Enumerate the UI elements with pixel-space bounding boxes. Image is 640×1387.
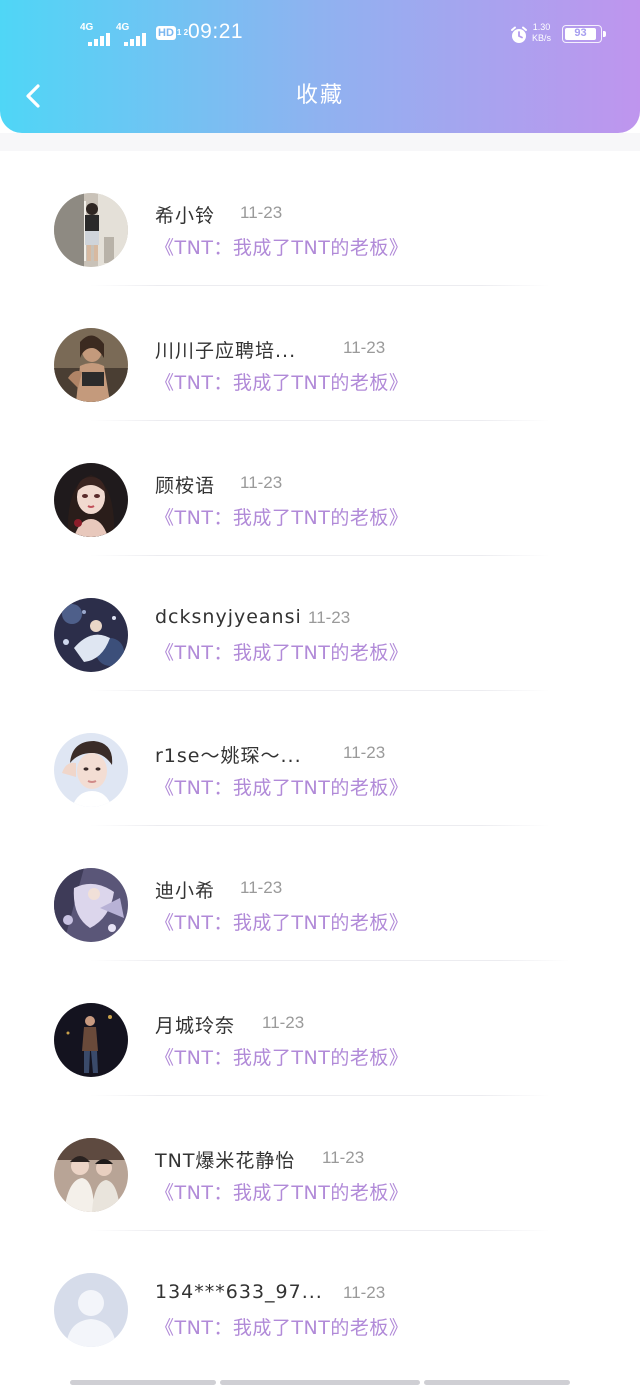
hd-label: HD (156, 26, 176, 40)
header-bar: 4G 4G HD 1 2 09:21 1.30 KB/s 93 收藏 (0, 0, 640, 133)
user-avatar[interactable] (54, 598, 128, 672)
list-item[interactable]: 顾桉语 11-23 《TNT：我成了TNT的老板》 (0, 421, 640, 556)
signal-icon: 4G (80, 22, 116, 46)
list-item[interactable]: dcksnyjyeansi 11-23 《TNT：我成了TNT的老板》 (0, 556, 640, 691)
favorite-date: 11-23 (308, 608, 351, 627)
book-title-link[interactable]: 《TNT：我成了TNT的老板》 (155, 503, 408, 530)
speed-unit: KB/s (532, 33, 552, 43)
book-title-link[interactable]: 《TNT：我成了TNT的老板》 (155, 908, 408, 935)
user-name: 迪小希 (155, 880, 216, 902)
status-bar: 4G 4G HD 1 2 09:21 1.30 KB/s 93 (0, 18, 640, 50)
user-name: 川川子应聘培... (155, 340, 297, 362)
favorite-date: 11-23 (240, 878, 283, 897)
favorite-date: 11-23 (343, 1283, 386, 1302)
page-title: 收藏 (295, 83, 344, 108)
user-avatar[interactable] (54, 193, 128, 267)
bottom-indicator (424, 1380, 570, 1385)
default-avatar-icon[interactable] (54, 1273, 128, 1347)
favorite-date: 11-23 (322, 1148, 365, 1167)
list-item[interactable]: 月城玲奈 11-23 《TNT：我成了TNT的老板》 (0, 961, 640, 1096)
list-item[interactable]: 134***633_97... 11-23 《TNT：我成了TNT的老板》 (0, 1231, 640, 1366)
favorite-date: 11-23 (343, 743, 386, 762)
clock: 09:21 (188, 20, 244, 43)
list-item[interactable]: r1se～姚琛～... 11-23 《TNT：我成了TNT的老板》 (0, 691, 640, 826)
book-title-link[interactable]: 《TNT：我成了TNT的老板》 (155, 1178, 408, 1205)
list-item[interactable]: 希小铃 11-23 《TNT：我成了TNT的老板》 (0, 151, 640, 286)
user-avatar[interactable] (54, 733, 128, 807)
favorite-date: 11-23 (262, 1013, 305, 1032)
user-name: 希小铃 (155, 205, 216, 227)
favorite-date: 11-23 (240, 473, 283, 492)
header-spacer (0, 133, 640, 151)
signal-icon: 4G (116, 22, 152, 46)
user-avatar[interactable] (54, 1003, 128, 1077)
network-speed: 1.30 KB/s (532, 22, 551, 44)
hd-voice-icon: HD 1 2 (156, 26, 188, 40)
user-avatar[interactable] (54, 1138, 128, 1212)
book-title-link[interactable]: 《TNT：我成了TNT的老板》 (155, 1313, 408, 1340)
book-title-link[interactable]: 《TNT：我成了TNT的老板》 (155, 1043, 408, 1070)
list-item[interactable]: 迪小希 11-23 《TNT：我成了TNT的老板》 (0, 826, 640, 961)
book-title-link[interactable]: 《TNT：我成了TNT的老板》 (155, 233, 408, 260)
user-name: dcksnyjyeansi (155, 606, 302, 628)
book-title-link[interactable]: 《TNT：我成了TNT的老板》 (155, 638, 408, 665)
favorite-date: 11-23 (240, 203, 283, 222)
user-avatar[interactable] (54, 463, 128, 537)
speed-value: 1.30 (532, 22, 551, 32)
bottom-indicator (70, 1380, 216, 1385)
user-name: 顾桉语 (155, 475, 216, 497)
hd-sub-label: 1 2 (176, 28, 189, 38)
user-avatar[interactable] (54, 328, 128, 402)
book-title-link[interactable]: 《TNT：我成了TNT的老板》 (155, 368, 408, 395)
book-title-link[interactable]: 《TNT：我成了TNT的老板》 (155, 773, 408, 800)
list-item[interactable]: 川川子应聘培... 11-23 《TNT：我成了TNT的老板》 (0, 286, 640, 421)
user-name: TNT爆米花静怡 (155, 1150, 296, 1172)
battery-icon: 93 (562, 25, 606, 43)
user-name: 134***633_97... (155, 1281, 323, 1303)
user-name: 月城玲奈 (155, 1015, 236, 1037)
alarm-icon (509, 25, 529, 45)
battery-level: 93 (574, 27, 587, 39)
bottom-indicator (220, 1380, 420, 1385)
list-item[interactable]: TNT爆米花静怡 11-23 《TNT：我成了TNT的老板》 (0, 1096, 640, 1231)
favorite-date: 11-23 (343, 338, 386, 357)
user-avatar[interactable] (54, 868, 128, 942)
user-name: r1se～姚琛～... (155, 745, 302, 767)
